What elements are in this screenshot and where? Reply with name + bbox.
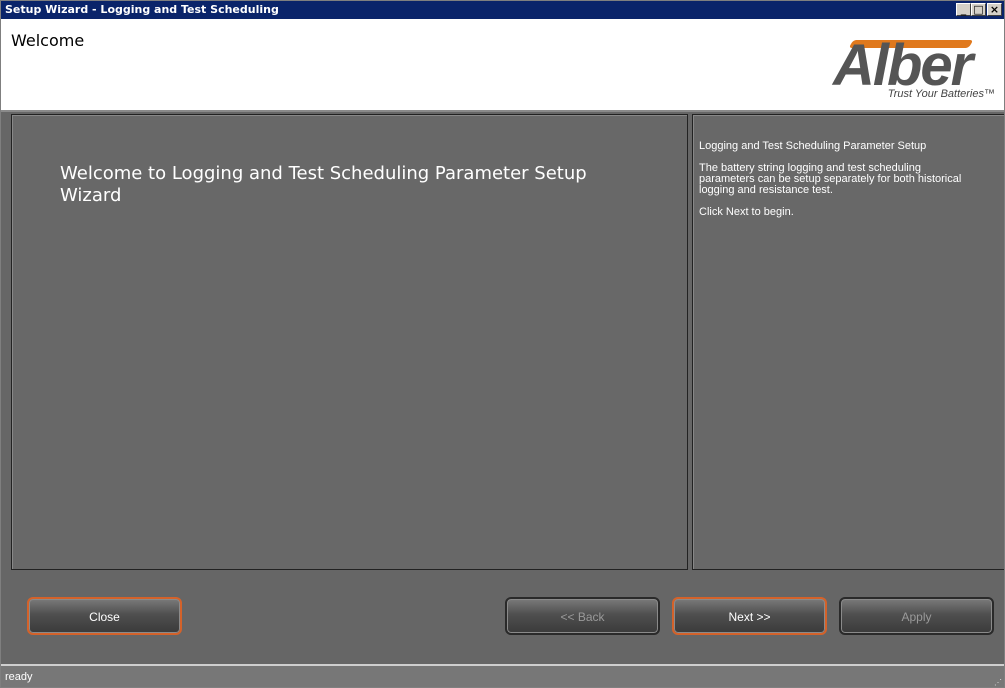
logo-tagline: Trust Your Batteries™ [887,88,995,100]
title-bar[interactable]: Setup Wizard - Logging and Test Scheduli… [1,1,1004,19]
resize-grip-icon[interactable]: ⋰ [994,679,1002,687]
apply-button[interactable]: Apply [839,597,994,635]
logo-brand: Alber [833,33,973,98]
welcome-message: Welcome to Logging and Test Scheduling P… [60,163,587,206]
window-title: Setup Wizard - Logging and Test Scheduli… [5,3,279,16]
wizard-window: Setup Wizard - Logging and Test Scheduli… [0,0,1005,688]
info-text: Logging and Test Scheduling Parameter Se… [699,141,969,229]
status-text: ready [5,671,33,683]
info-panel: Logging and Test Scheduling Parameter Se… [692,114,1004,570]
back-button[interactable]: << Back [505,597,660,635]
maximize-button[interactable]: □ [971,3,986,16]
minimize-button[interactable]: _ [956,3,971,16]
info-instruction: Click Next to begin. [699,206,794,218]
page-title: Welcome [11,31,85,50]
welcome-panel: Welcome to Logging and Test Scheduling P… [11,114,688,570]
info-description: The battery string logging and test sche… [699,162,962,196]
close-button[interactable]: Close [27,597,182,635]
status-bar: ready ⋰ [1,664,1004,687]
close-window-button[interactable]: × [987,3,1002,16]
alber-logo: Alber Trust Your Batteries™ [825,36,997,102]
info-heading: Logging and Test Scheduling Parameter Se… [699,140,927,152]
next-button[interactable]: Next >> [672,597,827,635]
wizard-header: Welcome Alber Trust Your Batteries™ [1,19,1004,112]
